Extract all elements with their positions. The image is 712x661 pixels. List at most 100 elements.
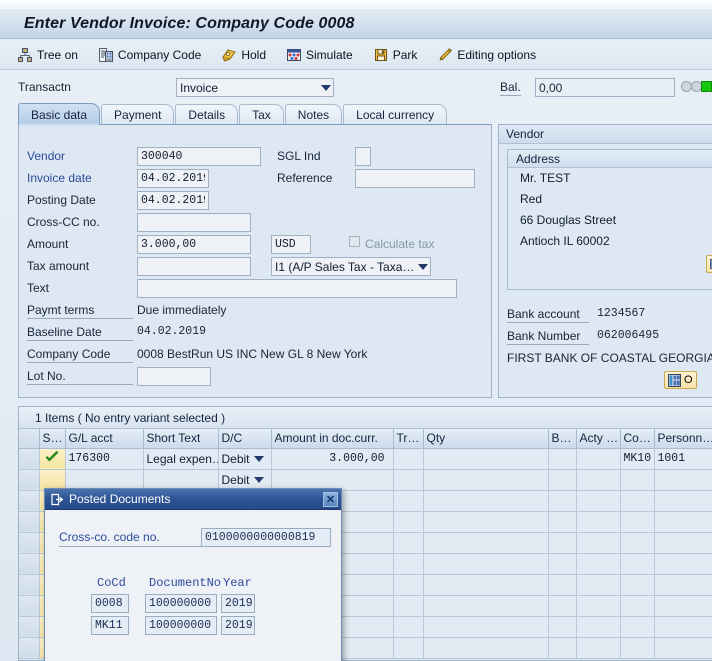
col-b[interactable]: B… <box>548 429 576 448</box>
row-gutter[interactable] <box>19 574 39 595</box>
posting-date-input[interactable] <box>137 191 209 210</box>
cell-empty[interactable] <box>423 637 548 658</box>
tree-on-button[interactable]: Tree on <box>14 44 81 66</box>
cell-empty[interactable] <box>423 595 548 616</box>
col-personn[interactable]: Personn… <box>654 429 712 448</box>
cell-personn[interactable]: 1001 <box>654 448 712 469</box>
row-gutter[interactable] <box>19 553 39 574</box>
tax-code-value[interactable] <box>271 257 431 276</box>
cell-empty[interactable] <box>423 511 548 532</box>
col-co[interactable]: Co… <box>620 429 654 448</box>
cell-empty[interactable] <box>548 616 576 637</box>
col-gl-acct[interactable]: G/L acct <box>65 429 143 448</box>
col-tr[interactable]: Tr… <box>393 429 423 448</box>
tab-local-currency[interactable]: Local currency <box>343 104 447 125</box>
cell-empty[interactable] <box>620 553 654 574</box>
cell-qty[interactable] <box>423 469 548 490</box>
cell-empty[interactable] <box>548 553 576 574</box>
cell-empty[interactable] <box>423 616 548 637</box>
cell-empty[interactable] <box>620 637 654 658</box>
cell-acty[interactable] <box>576 469 620 490</box>
cell-empty[interactable] <box>548 595 576 616</box>
transaction-select-value[interactable] <box>176 78 334 97</box>
cell-empty[interactable] <box>620 574 654 595</box>
col-acty[interactable]: Acty … <box>576 429 620 448</box>
row-gutter[interactable] <box>19 448 39 469</box>
cell-short-text[interactable]: Legal expen… <box>143 448 218 469</box>
table-row[interactable]: 176300 Legal expen… Debit 3.000,00 MK10 … <box>19 448 712 469</box>
dialog-title-bar[interactable]: Posted Documents ✕ <box>45 489 341 510</box>
row-gutter[interactable] <box>19 490 39 511</box>
row-gutter[interactable] <box>19 595 39 616</box>
amount-input[interactable] <box>137 235 251 254</box>
row-status-cell[interactable] <box>39 469 65 490</box>
cell-empty[interactable] <box>423 553 548 574</box>
sgl-ind-input[interactable] <box>355 147 371 166</box>
cell-b[interactable] <box>548 469 576 490</box>
col-short-text[interactable]: Short Text <box>143 429 218 448</box>
cell-empty[interactable] <box>423 490 548 511</box>
cell-empty[interactable] <box>654 595 712 616</box>
cell-qty[interactable] <box>423 448 548 469</box>
cell-empty[interactable] <box>393 490 423 511</box>
row-gutter[interactable] <box>19 532 39 553</box>
cross-cc-no-input[interactable] <box>137 213 251 232</box>
cell-dc[interactable]: Debit <box>218 448 271 469</box>
cell-b[interactable] <box>548 448 576 469</box>
row-gutter[interactable] <box>19 469 39 490</box>
cell-empty[interactable] <box>393 553 423 574</box>
cell-empty[interactable] <box>548 637 576 658</box>
cell-empty[interactable] <box>423 574 548 595</box>
cell-acty[interactable] <box>576 448 620 469</box>
close-icon[interactable]: ✕ <box>323 492 338 507</box>
cell-co[interactable] <box>620 469 654 490</box>
tax-code-select[interactable] <box>271 257 431 276</box>
cell-empty[interactable] <box>654 511 712 532</box>
cell-empty[interactable] <box>393 532 423 553</box>
col-status[interactable]: S… <box>39 429 65 448</box>
cell-empty[interactable] <box>548 574 576 595</box>
cell-gl-acct[interactable]: 176300 <box>65 448 143 469</box>
cell-empty[interactable] <box>548 511 576 532</box>
row-gutter[interactable] <box>19 616 39 637</box>
row-gutter[interactable] <box>19 637 39 658</box>
cell-empty[interactable] <box>620 595 654 616</box>
cell-tr[interactable] <box>393 448 423 469</box>
company-code-button[interactable]: Company Code <box>95 44 204 66</box>
cell-empty[interactable] <box>548 490 576 511</box>
cell-empty[interactable] <box>393 637 423 658</box>
cell-short-text[interactable] <box>143 469 218 490</box>
editing-options-button[interactable]: Editing options <box>434 44 539 66</box>
cell-empty[interactable] <box>654 532 712 553</box>
lot-no-input[interactable] <box>137 367 211 386</box>
cell-empty[interactable] <box>620 490 654 511</box>
cell-empty[interactable] <box>393 616 423 637</box>
currency-input[interactable] <box>271 235 311 254</box>
col-dc[interactable]: D/C <box>218 429 271 448</box>
row-gutter[interactable] <box>19 511 39 532</box>
calculate-tax-checkbox[interactable] <box>349 236 360 247</box>
open-items-button[interactable]: O <box>664 371 697 389</box>
vendor-input[interactable] <box>137 147 261 166</box>
cell-co[interactable]: MK10 <box>620 448 654 469</box>
cell-empty[interactable] <box>654 490 712 511</box>
cell-empty[interactable] <box>393 574 423 595</box>
cell-empty[interactable] <box>576 574 620 595</box>
cell-empty[interactable] <box>423 532 548 553</box>
text-input[interactable] <box>137 279 457 298</box>
tax-amount-input[interactable] <box>137 257 251 276</box>
tab-tax[interactable]: Tax <box>239 104 284 125</box>
cell-dc[interactable]: Debit <box>218 469 271 490</box>
transaction-select[interactable] <box>176 78 334 97</box>
cell-empty[interactable] <box>576 532 620 553</box>
cell-empty[interactable] <box>393 511 423 532</box>
cell-personn[interactable] <box>654 469 712 490</box>
invoice-date-input[interactable] <box>137 169 209 188</box>
cell-empty[interactable] <box>654 574 712 595</box>
simulate-button[interactable]: Simulate <box>283 44 356 66</box>
hold-button[interactable]: Hold <box>218 44 269 66</box>
tab-notes[interactable]: Notes <box>285 104 342 125</box>
tab-payment[interactable]: Payment <box>101 104 174 125</box>
cell-empty[interactable] <box>620 616 654 637</box>
tab-details[interactable]: Details <box>175 104 238 125</box>
